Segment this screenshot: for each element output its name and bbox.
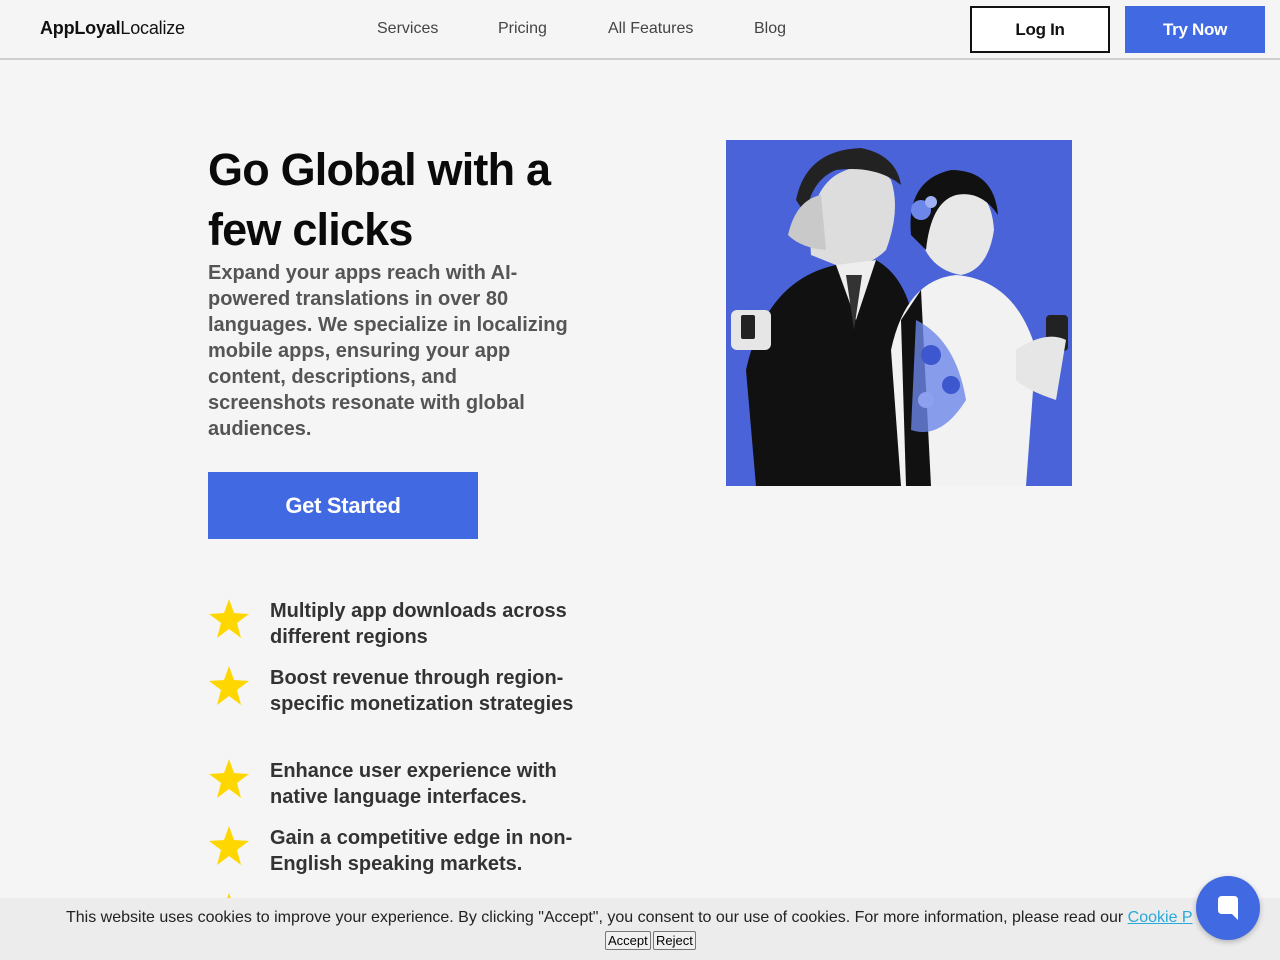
login-button[interactable]: Log In <box>970 6 1110 53</box>
hero-image <box>726 140 1072 486</box>
cookie-text: This website uses cookies to improve you… <box>66 909 1124 926</box>
nav-services-link[interactable]: Services <box>377 20 438 38</box>
nav-blog-link[interactable]: Blog <box>754 20 786 38</box>
brand-logo[interactable]: AppLoyalLocalize <box>40 18 185 39</box>
accept-cookies-button[interactable]: Accept <box>605 931 651 950</box>
get-started-button[interactable]: Get Started <box>208 472 478 539</box>
star-icon <box>209 759 249 798</box>
hero-description: Expand your apps reach with AI-powered t… <box>208 262 568 440</box>
brand-suffix: Localize <box>120 18 185 38</box>
nav-all-features-link[interactable]: All Features <box>608 20 693 38</box>
cookie-message: This website uses cookies to improve you… <box>66 909 1216 927</box>
hero-title: Go Global with a few clicks <box>208 144 551 255</box>
star-icon <box>209 666 249 705</box>
cookie-policy-link[interactable]: Cookie P <box>1128 909 1193 926</box>
reject-cookies-button[interactable]: Reject <box>653 931 696 950</box>
cookie-banner: This website uses cookies to improve you… <box>0 898 1280 960</box>
chat-icon <box>1218 896 1238 920</box>
star-icon <box>209 826 249 865</box>
feature-text: Boost revenue through region-specific mo… <box>270 667 574 715</box>
feature-text: Enhance user experience with native lang… <box>270 760 557 808</box>
nav-pricing-link[interactable]: Pricing <box>498 20 547 38</box>
try-now-button[interactable]: Try Now <box>1125 6 1265 53</box>
star-icon <box>209 599 249 638</box>
chat-widget-button[interactable] <box>1196 876 1260 940</box>
site-header: AppLoyalLocalize Services Pricing All Fe… <box>0 0 1280 60</box>
feature-text: Gain a competitive edge in non-English s… <box>270 827 573 875</box>
brand-name: AppLoyal <box>40 18 121 38</box>
feature-text: Multiply app downloads across different … <box>270 600 567 648</box>
couple-with-phones-illustration <box>726 140 1072 486</box>
